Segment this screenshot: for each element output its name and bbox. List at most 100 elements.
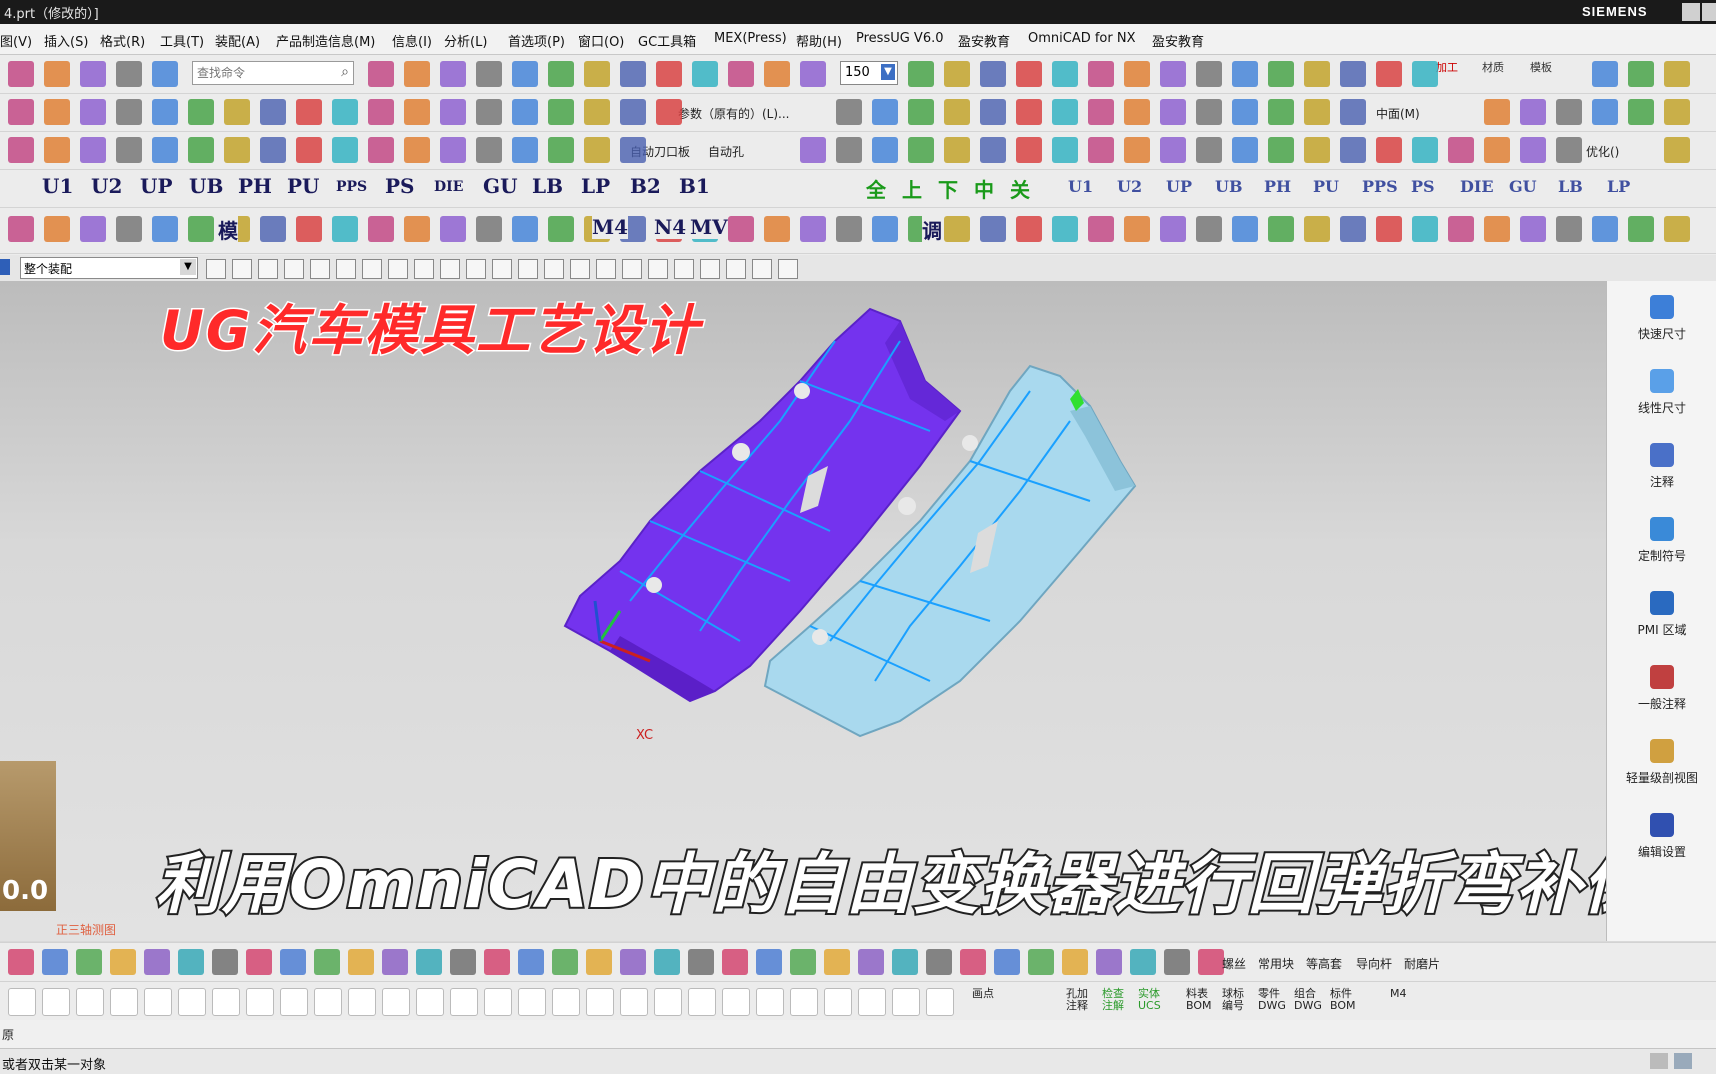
selection-filter-icon[interactable]: [518, 259, 538, 279]
bottom-tool-icon[interactable]: [42, 949, 68, 975]
plate-button[interactable]: PS: [385, 174, 414, 198]
chevron-down-icon[interactable]: ▼: [180, 259, 196, 275]
toolbar-tool-icon[interactable]: [8, 99, 34, 125]
plate-button[interactable]: UB: [189, 174, 223, 198]
toolbar-tool-icon[interactable]: [1520, 99, 1546, 125]
sketch-tool-icon[interactable]: [722, 988, 750, 1016]
toolbar-tool-icon[interactable]: [548, 216, 574, 242]
toolbar-tool-icon[interactable]: [1160, 216, 1186, 242]
toolbar-tool-icon[interactable]: [1340, 99, 1366, 125]
toolbar-tool-icon[interactable]: [476, 137, 502, 163]
move-plate-button[interactable]: UP: [1166, 177, 1192, 196]
bottom-tool-icon[interactable]: [450, 949, 476, 975]
toolbar-tool-icon[interactable]: [656, 99, 682, 125]
toolbar-tool-icon[interactable]: [368, 99, 394, 125]
toolbar-tool-icon[interactable]: [908, 99, 934, 125]
plate-button[interactable]: LB: [532, 174, 563, 198]
toolbar-tool-icon[interactable]: [1376, 61, 1402, 87]
menu-item[interactable]: 盈安教育: [958, 31, 1010, 50]
toolbar-tool-icon[interactable]: [260, 99, 286, 125]
selection-filter-icon[interactable]: [258, 259, 278, 279]
sketch-tool-icon[interactable]: [790, 988, 818, 1016]
menu-item[interactable]: MEX(Press): [714, 31, 787, 46]
toolbar-tool-icon[interactable]: [836, 137, 862, 163]
bottom-tool-icon[interactable]: [620, 949, 646, 975]
bottom-tool-icon[interactable]: [246, 949, 272, 975]
toolbar-tool-icon[interactable]: [1160, 99, 1186, 125]
sketch-tool-icon[interactable]: [824, 988, 852, 1016]
toolbar-tool-icon[interactable]: [620, 99, 646, 125]
toolbar-tool-icon[interactable]: [1664, 137, 1690, 163]
sketch-tool-icon[interactable]: [586, 988, 614, 1016]
toolbar-tool-icon[interactable]: [1196, 137, 1222, 163]
view-preset-button[interactable]: 上: [902, 174, 922, 203]
bottom-tool-icon[interactable]: [178, 949, 204, 975]
menu-item[interactable]: 帮助(H): [796, 31, 842, 50]
toolbar-tool-icon[interactable]: [440, 99, 466, 125]
plate-button[interactable]: B2: [630, 174, 661, 198]
toolbar-tool-icon[interactable]: [1304, 137, 1330, 163]
drawing-tool-button[interactable]: M4: [1390, 988, 1422, 1000]
toolbar-tool-icon[interactable]: [368, 61, 394, 87]
toolbar-tool-icon[interactable]: [980, 99, 1006, 125]
bottom-tool-icon[interactable]: [790, 949, 816, 975]
toolbar-tool-icon[interactable]: [1124, 61, 1150, 87]
menu-toggle-icon[interactable]: [0, 259, 10, 275]
toolbar-tool-icon[interactable]: [1232, 99, 1258, 125]
parameters-menu[interactable]: 参数（原有的）(L)...: [678, 105, 790, 122]
move-plate-button[interactable]: LB: [1558, 177, 1583, 196]
view-preset-button[interactable]: 下: [938, 174, 958, 203]
toolbar-tool-icon[interactable]: [368, 137, 394, 163]
bottom-tool-icon[interactable]: [518, 949, 544, 975]
sketch-tool-icon[interactable]: [8, 988, 36, 1016]
toolbar-tool-icon[interactable]: [944, 137, 970, 163]
toolbar-tool-icon[interactable]: [1016, 137, 1042, 163]
menu-item[interactable]: 盈安教育: [1152, 31, 1204, 50]
toolbar-tool-icon[interactable]: [836, 216, 862, 242]
toolbar-tool-icon[interactable]: [1448, 216, 1474, 242]
menu-item[interactable]: 信息(I): [392, 31, 432, 50]
toolbar-tool-icon[interactable]: [1232, 216, 1258, 242]
toolbar-tool-icon[interactable]: [1088, 99, 1114, 125]
toolbar-tool-icon[interactable]: [476, 99, 502, 125]
move-plate-button[interactable]: PPS: [1362, 177, 1398, 196]
sketch-tool-icon[interactable]: [688, 988, 716, 1016]
selection-filter-icon[interactable]: [206, 259, 226, 279]
menu-item[interactable]: 装配(A): [215, 31, 260, 50]
toolbar-tool-icon[interactable]: [1160, 137, 1186, 163]
search-input[interactable]: [193, 63, 329, 83]
toolbar-tool-icon[interactable]: [1592, 216, 1618, 242]
fullscreen-icon[interactable]: [1674, 1053, 1692, 1069]
toolbar-tool-icon[interactable]: [404, 216, 430, 242]
toolbar-tool-icon[interactable]: [1412, 137, 1438, 163]
view-preset-button[interactable]: 全: [866, 174, 886, 203]
selection-filter-icon[interactable]: [674, 259, 694, 279]
bottom-tool-icon[interactable]: [722, 949, 748, 975]
move-plate-button[interactable]: LP: [1607, 177, 1630, 196]
menu-item[interactable]: 格式(R): [100, 31, 145, 50]
toolbar-tool-icon[interactable]: [1088, 61, 1114, 87]
sketch-tool-icon[interactable]: [892, 988, 920, 1016]
toolbar-tool-icon[interactable]: [1556, 137, 1582, 163]
toolbar-tool-icon[interactable]: [44, 137, 70, 163]
toolbar-tool-icon[interactable]: [980, 216, 1006, 242]
sketch-tool-icon[interactable]: [212, 988, 240, 1016]
template-label[interactable]: 模板: [1530, 59, 1552, 75]
chevron-down-icon[interactable]: ▼: [881, 64, 895, 80]
toolbar-tool-icon[interactable]: [1124, 137, 1150, 163]
bottom-tool-icon[interactable]: [144, 949, 170, 975]
plate-button[interactable]: PU: [287, 174, 319, 198]
sketch-tool-icon[interactable]: [144, 988, 172, 1016]
toolbar-tool-icon[interactable]: [1304, 61, 1330, 87]
toolbar-tool-icon[interactable]: [1664, 61, 1690, 87]
bottom-tool-icon[interactable]: [484, 949, 510, 975]
selection-filter-icon[interactable]: [648, 259, 668, 279]
menu-item[interactable]: 工具(T): [160, 31, 204, 50]
toolbar-tool-icon[interactable]: [1592, 99, 1618, 125]
toolbar-tool-icon[interactable]: [1232, 61, 1258, 87]
tool-button[interactable]: N4: [654, 215, 687, 239]
command-finder[interactable]: ⌕: [192, 61, 354, 85]
drawing-tool-button[interactable]: 组合DWG: [1294, 988, 1326, 1012]
sketch-tool-icon[interactable]: [518, 988, 546, 1016]
toolbar-tool-icon[interactable]: [1196, 216, 1222, 242]
